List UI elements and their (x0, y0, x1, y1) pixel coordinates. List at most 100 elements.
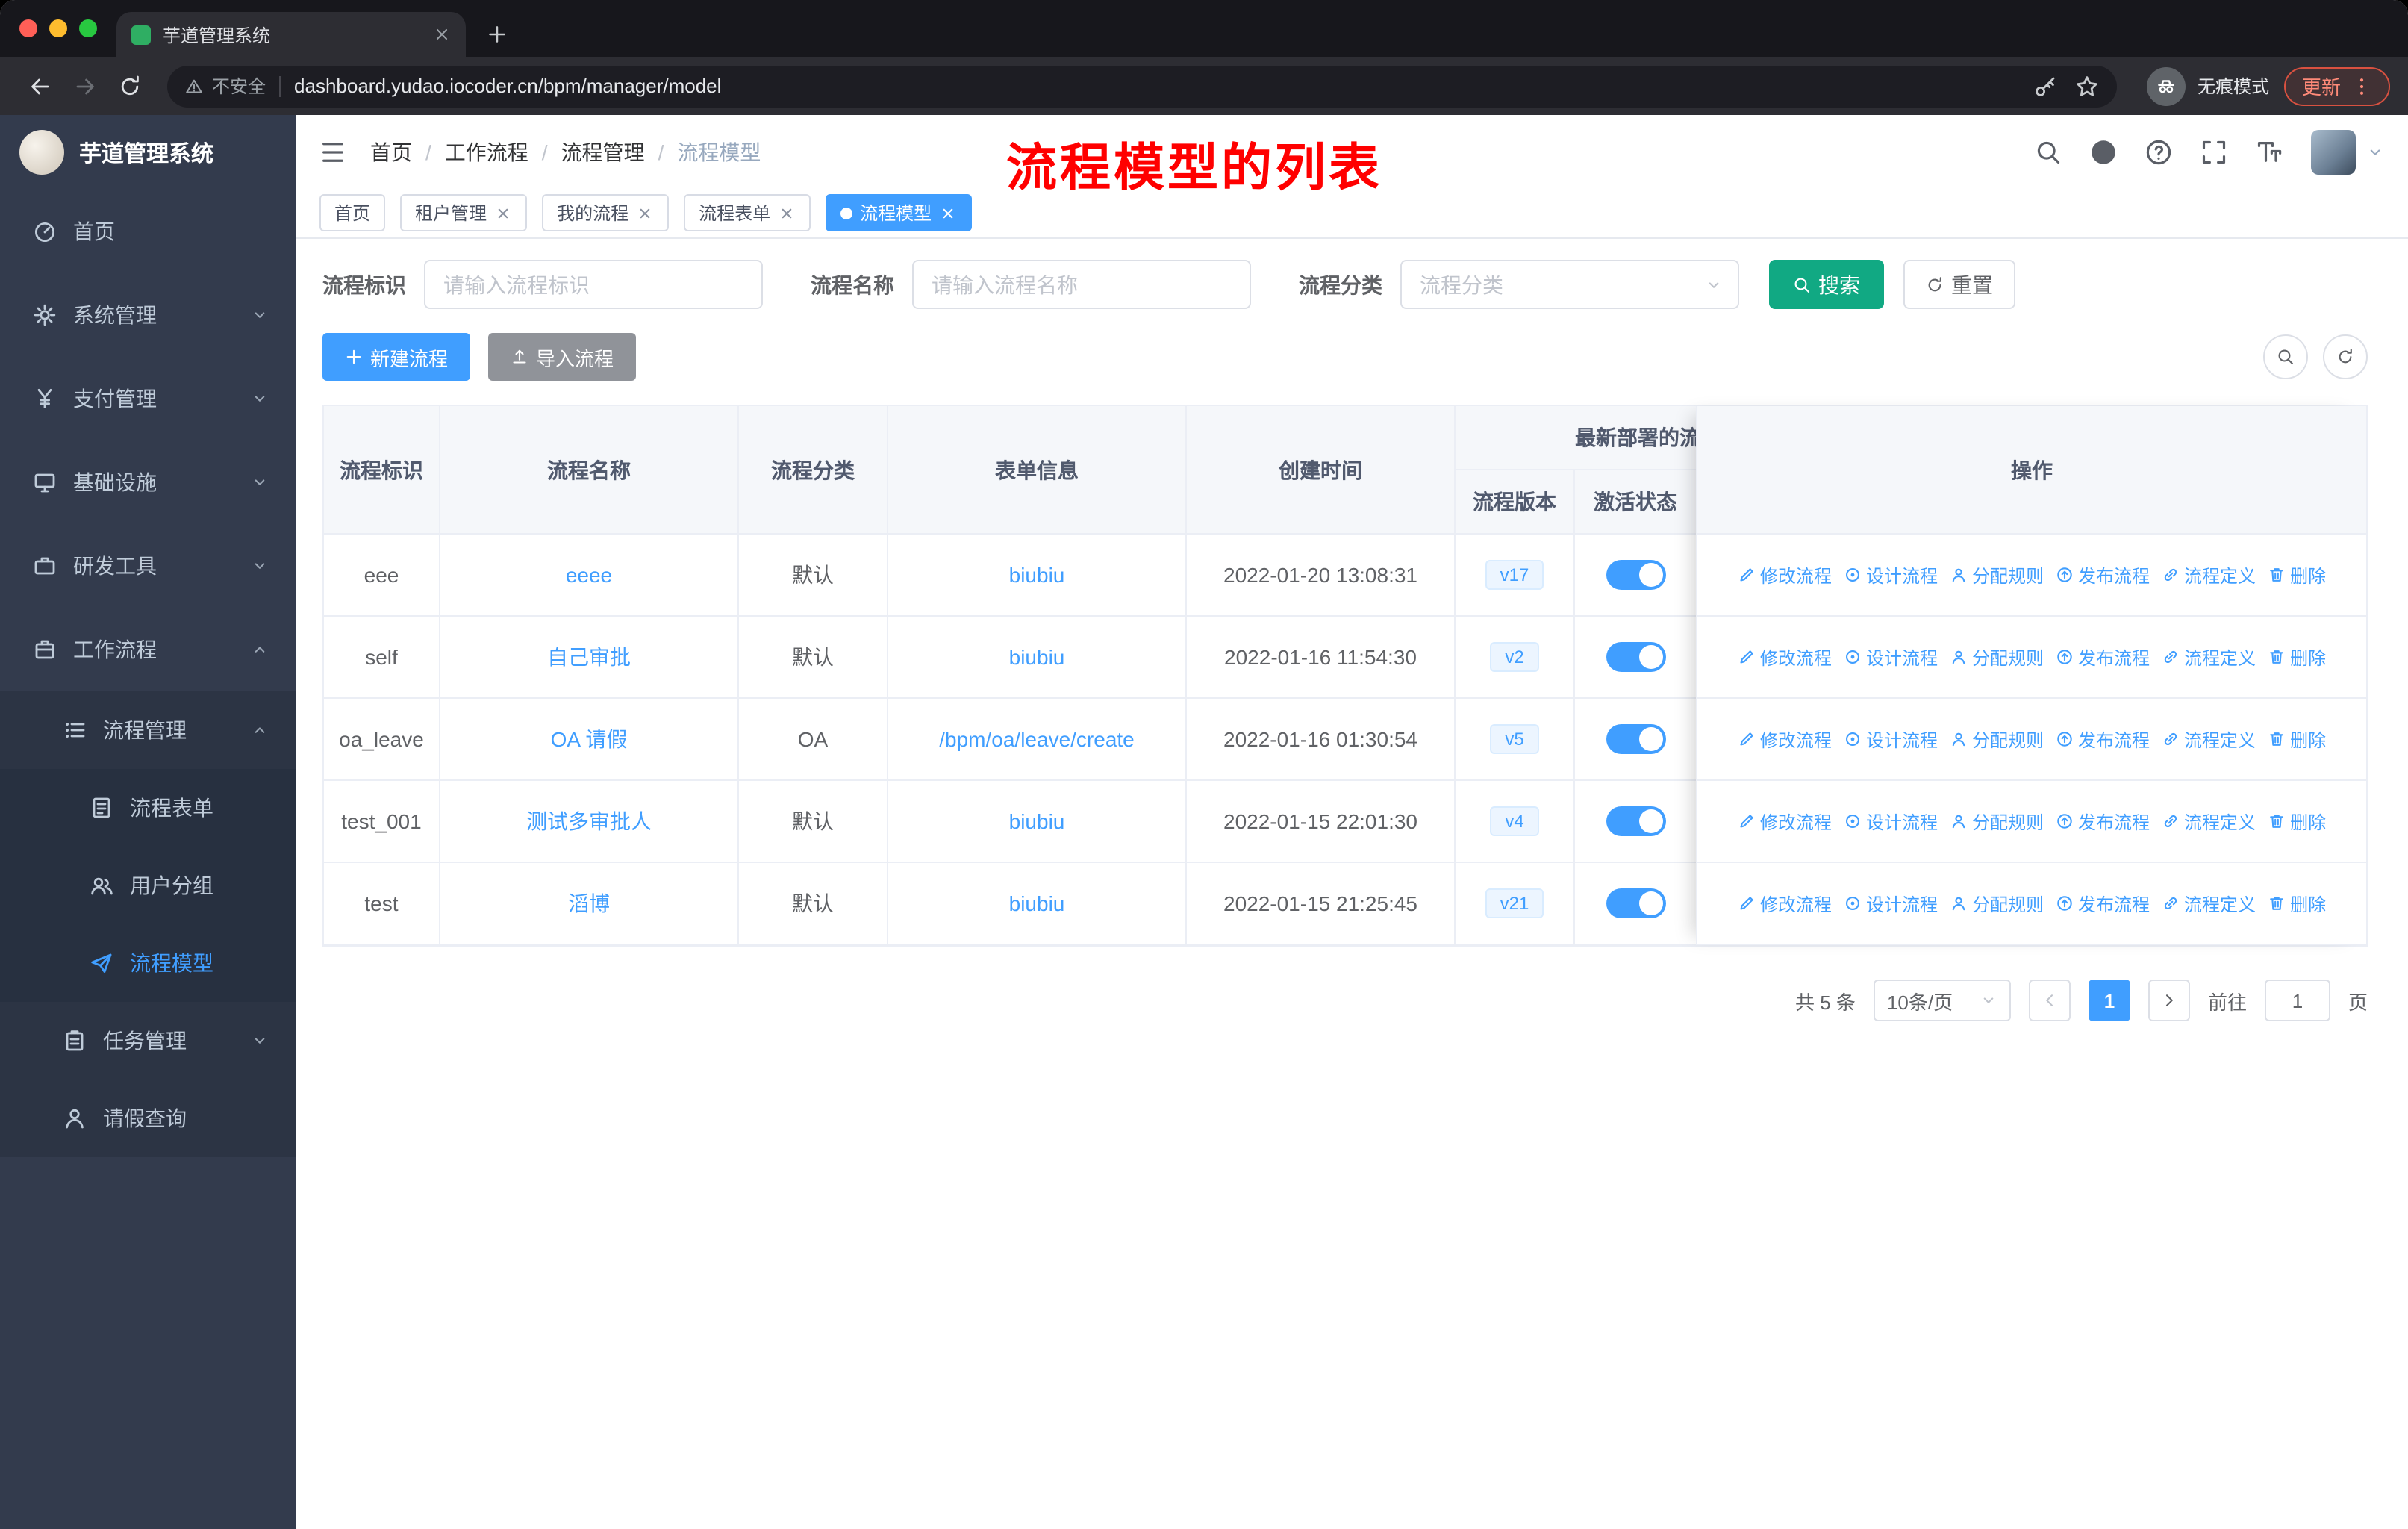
active-toggle[interactable] (1606, 806, 1665, 836)
process-name-link[interactable]: OA 请假 (551, 724, 628, 754)
sidebar-item-workflow[interactable]: 工作流程 (0, 608, 296, 691)
modify-process-link[interactable]: 修改流程 (1738, 644, 1832, 670)
close-icon[interactable] (636, 204, 654, 222)
modify-process-link[interactable]: 修改流程 (1738, 562, 1832, 588)
sidebar-item-payment[interactable]: 支付管理 (0, 357, 296, 440)
sidebar-item-home[interactable]: 首页 (0, 190, 296, 273)
close-window-button[interactable] (19, 19, 37, 37)
close-icon[interactable] (778, 204, 796, 222)
form-info-link[interactable]: biubiu (1009, 809, 1065, 833)
close-icon[interactable] (939, 204, 957, 222)
process-definition-link[interactable]: 流程定义 (2162, 562, 2256, 588)
assign-rule-link[interactable]: 分配规则 (1950, 809, 2044, 834)
import-process-button[interactable]: 导入流程 (488, 333, 637, 381)
help-icon[interactable] (2145, 138, 2172, 165)
bookmark-star-icon[interactable] (2075, 74, 2099, 98)
tab-close-icon[interactable] (433, 25, 451, 43)
active-toggle[interactable] (1606, 724, 1665, 754)
app-logo[interactable]: 芋道管理系统 (0, 115, 296, 190)
active-toggle[interactable] (1606, 642, 1665, 672)
publish-process-link[interactable]: 发布流程 (2056, 644, 2150, 670)
form-info-link[interactable]: biubiu (1009, 645, 1065, 669)
reset-button[interactable]: 重置 (1903, 260, 2015, 309)
zoom-window-button[interactable] (79, 19, 97, 37)
process-definition-link[interactable]: 流程定义 (2162, 809, 2256, 834)
github-icon[interactable] (2090, 138, 2117, 165)
design-process-link[interactable]: 设计流程 (1844, 726, 1938, 752)
back-button[interactable] (18, 63, 63, 108)
form-info-link[interactable]: biubiu (1009, 891, 1065, 915)
process-name-link[interactable]: 自己审批 (547, 642, 631, 672)
delete-process-link[interactable]: 删除 (2268, 644, 2326, 670)
assign-rule-link[interactable]: 分配规则 (1950, 562, 2044, 588)
reload-button[interactable] (107, 63, 152, 108)
process-definition-link[interactable]: 流程定义 (2162, 726, 2256, 752)
fullscreen-icon[interactable] (2200, 138, 2227, 165)
form-info-link[interactable]: /bpm/oa/leave/create (939, 727, 1135, 751)
assign-rule-link[interactable]: 分配规则 (1950, 726, 2044, 752)
design-process-link[interactable]: 设计流程 (1844, 644, 1938, 670)
sidebar-item-process-form[interactable]: 流程表单 (0, 769, 296, 847)
sidebar-item-process-mgmt[interactable]: 流程管理 (0, 691, 296, 769)
version-badge[interactable]: v21 (1485, 888, 1544, 918)
sidebar-item-user-group[interactable]: 用户分组 (0, 847, 296, 924)
new-tab-button[interactable] (487, 24, 508, 45)
process-id-input[interactable] (424, 260, 763, 309)
active-toggle[interactable] (1606, 888, 1665, 918)
create-process-button[interactable]: 新建流程 (322, 333, 471, 381)
search-icon[interactable] (2035, 138, 2062, 165)
breadcrumb-home[interactable]: 首页 (370, 137, 412, 166)
version-badge[interactable]: v4 (1490, 806, 1539, 836)
form-info-link[interactable]: biubiu (1009, 563, 1065, 587)
tag-process-form[interactable]: 流程表单 (684, 194, 811, 231)
publish-process-link[interactable]: 发布流程 (2056, 809, 2150, 834)
modify-process-link[interactable]: 修改流程 (1738, 809, 1832, 834)
design-process-link[interactable]: 设计流程 (1844, 809, 1938, 834)
process-definition-link[interactable]: 流程定义 (2162, 891, 2256, 916)
security-status[interactable]: 不安全 (185, 73, 266, 99)
prev-page-button[interactable] (2028, 980, 2071, 1021)
sidebar-item-process-model[interactable]: 流程模型 (0, 924, 296, 1002)
toggle-search-button[interactable] (2263, 334, 2308, 379)
close-icon[interactable] (494, 204, 512, 222)
sidebar-item-devtools[interactable]: 研发工具 (0, 524, 296, 608)
tag-home[interactable]: 首页 (319, 194, 386, 231)
font-size-icon[interactable] (2256, 138, 2283, 165)
assign-rule-link[interactable]: 分配规则 (1950, 644, 2044, 670)
delete-process-link[interactable]: 删除 (2268, 891, 2326, 916)
delete-process-link[interactable]: 删除 (2268, 726, 2326, 752)
design-process-link[interactable]: 设计流程 (1844, 562, 1938, 588)
goto-page-input[interactable] (2264, 980, 2330, 1021)
sidebar-item-infra[interactable]: 基础设施 (0, 440, 296, 524)
sidebar-item-system[interactable]: 系统管理 (0, 273, 296, 357)
page-number-button[interactable]: 1 (2088, 980, 2130, 1021)
version-badge[interactable]: v2 (1490, 642, 1539, 672)
minimize-window-button[interactable] (49, 19, 67, 37)
password-key-icon[interactable] (2033, 74, 2057, 98)
sidebar-item-leave-query[interactable]: 请假查询 (0, 1080, 296, 1157)
delete-process-link[interactable]: 删除 (2268, 809, 2326, 834)
tag-process-model[interactable]: 流程模型 (826, 194, 973, 231)
tag-tenant[interactable]: 租户管理 (400, 194, 528, 231)
forward-button[interactable] (63, 63, 107, 108)
process-name-link[interactable]: 测试多审批人 (526, 806, 652, 836)
user-avatar[interactable] (2311, 129, 2356, 174)
address-bar[interactable]: 不安全 dashboard.yudao.iocoder.cn/bpm/manag… (167, 65, 2117, 107)
modify-process-link[interactable]: 修改流程 (1738, 891, 1832, 916)
delete-process-link[interactable]: 删除 (2268, 562, 2326, 588)
assign-rule-link[interactable]: 分配规则 (1950, 891, 2044, 916)
version-badge[interactable]: v17 (1485, 560, 1544, 590)
refresh-table-button[interactable] (2323, 334, 2368, 379)
active-toggle[interactable] (1606, 560, 1665, 590)
update-chip[interactable]: 更新 (2283, 66, 2390, 105)
breadcrumb-process-mgmt[interactable]: 流程管理 (561, 137, 645, 166)
process-name-link[interactable]: eeee (566, 563, 612, 587)
version-badge[interactable]: v5 (1490, 724, 1539, 754)
sidebar-fold-icon[interactable] (319, 138, 346, 165)
browser-tab[interactable]: 芋道管理系统 (116, 12, 466, 57)
breadcrumb-workflow[interactable]: 工作流程 (445, 137, 528, 166)
page-size-select[interactable]: 10条/页 (1873, 980, 2011, 1021)
sidebar-item-task-mgmt[interactable]: 任务管理 (0, 1002, 296, 1080)
category-select[interactable]: 流程分类 (1400, 260, 1739, 309)
modify-process-link[interactable]: 修改流程 (1738, 726, 1832, 752)
